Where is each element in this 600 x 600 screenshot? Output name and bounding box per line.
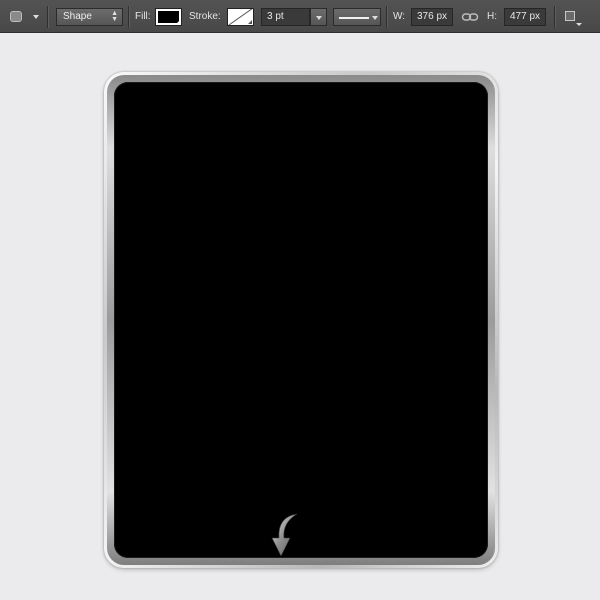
height-field[interactable]: 477 px — [504, 8, 546, 26]
chevron-down-icon — [316, 16, 322, 20]
separator — [386, 6, 388, 28]
mode-dropdown[interactable]: Shape ▲ ▼ — [56, 8, 123, 26]
stroke-label: Stroke: — [189, 11, 221, 22]
width-field[interactable]: 376 px — [411, 8, 453, 26]
tablet-screen — [114, 82, 488, 558]
link-dimensions-button[interactable] — [461, 10, 479, 24]
stroke-swatch[interactable] — [227, 8, 254, 26]
curved-down-arrow-icon — [271, 513, 298, 557]
stroke-width-value: 3 pt — [267, 11, 284, 22]
chevron-down-icon — [372, 16, 378, 20]
separator — [128, 6, 130, 28]
fill-swatch[interactable] — [155, 8, 182, 26]
dropdown-corner-icon — [248, 20, 252, 24]
chevron-down-icon — [33, 15, 39, 19]
separator — [47, 6, 49, 28]
dropdown-corner-icon — [576, 23, 582, 26]
path-operations-icon — [565, 11, 575, 21]
width-value: 376 px — [417, 11, 448, 22]
fill-label: Fill: — [135, 11, 151, 22]
separator — [554, 6, 556, 28]
updown-arrows-icon: ▲ ▼ — [111, 10, 118, 23]
height-label: H: — [487, 11, 497, 22]
line-style-icon — [339, 17, 369, 19]
width-label: W: — [393, 11, 406, 22]
mode-value: Shape — [63, 11, 92, 22]
tablet-bezel — [107, 75, 495, 565]
link-icon — [461, 13, 479, 21]
stroke-style-dropdown[interactable] — [333, 8, 381, 26]
tool-preset-picker[interactable] — [7, 9, 45, 25]
stroke-width-dropdown-button[interactable] — [310, 8, 327, 26]
height-value: 477 px — [510, 11, 541, 22]
stroke-width-field[interactable]: 3 pt — [261, 8, 310, 26]
rounded-rectangle-tool-icon — [10, 11, 22, 22]
dropdown-corner-icon — [176, 20, 180, 24]
tablet-shape[interactable] — [104, 72, 498, 568]
options-bar: Shape ▲ ▼ Fill: Stroke: 3 pt W: 376 px H: — [0, 0, 600, 33]
path-operations-button[interactable] — [563, 9, 583, 27]
